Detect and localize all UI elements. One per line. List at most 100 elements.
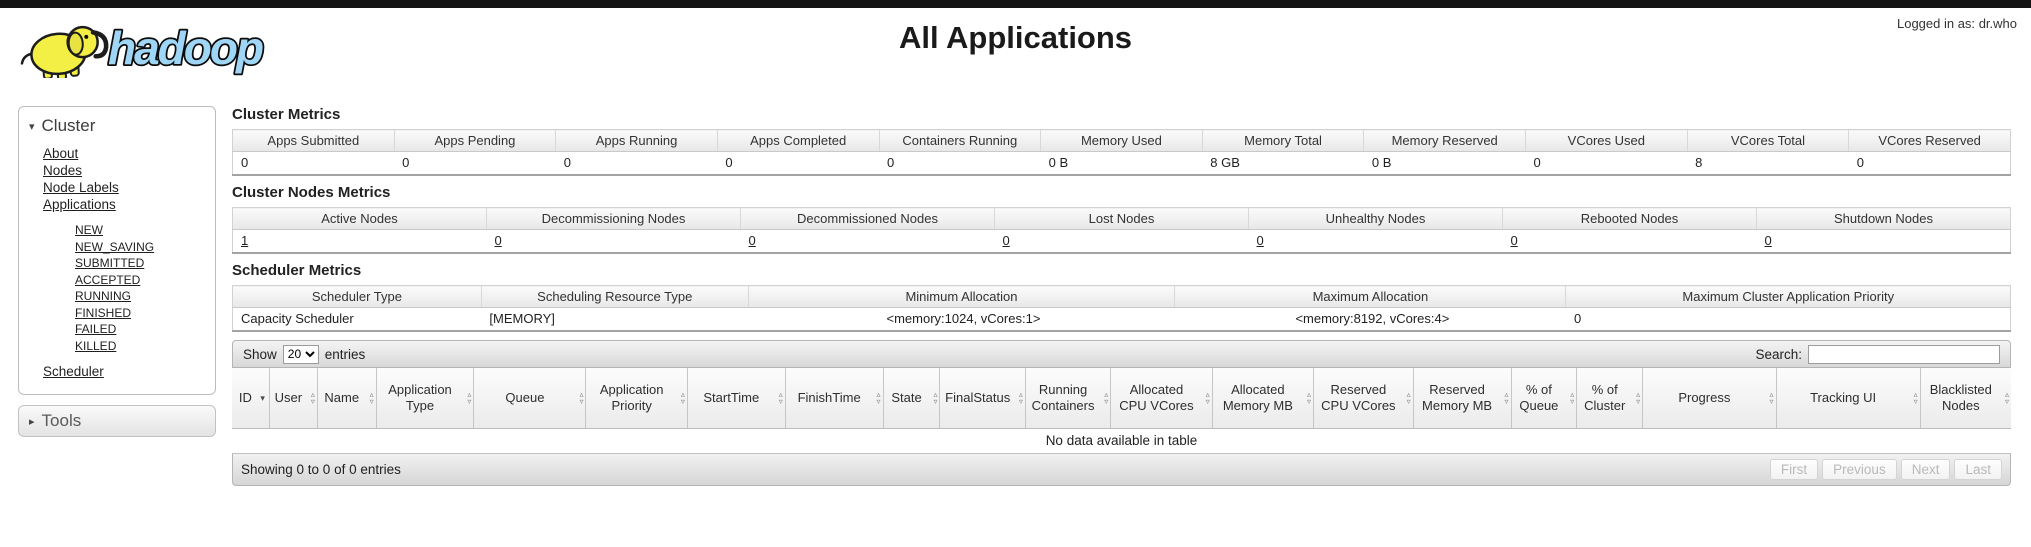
column-header-progress[interactable]: Progress bbox=[1643, 368, 1776, 428]
column-header-state[interactable]: State bbox=[883, 368, 940, 428]
nav-header-cluster[interactable]: Cluster bbox=[27, 113, 207, 145]
metric-header: Minimum Allocation bbox=[748, 286, 1175, 308]
logged-in-user: dr.who bbox=[1979, 16, 2017, 31]
shutdown-nodes-link[interactable]: 0 bbox=[1765, 233, 1772, 248]
search-input[interactable] bbox=[1808, 345, 2000, 364]
unhealthy-nodes-link[interactable]: 0 bbox=[1257, 233, 1264, 248]
sort-icon bbox=[1019, 391, 1023, 405]
column-label: Tracking UI bbox=[1810, 390, 1876, 405]
sidebar-item-scheduler[interactable]: Scheduler bbox=[43, 364, 104, 379]
list-item: FINISHED bbox=[75, 305, 207, 322]
metric-header: Apps Pending bbox=[394, 130, 556, 152]
column-header-pct-of-queue[interactable]: % of Queue bbox=[1511, 368, 1577, 428]
cluster-nav-panel: Cluster About Nodes Node Labels Applicat… bbox=[18, 106, 216, 395]
metric-header: Apps Running bbox=[556, 130, 718, 152]
sort-icon bbox=[1407, 391, 1411, 405]
sidebar-item-about[interactable]: About bbox=[43, 146, 78, 161]
column-header-application-type[interactable]: Application Type bbox=[376, 368, 474, 428]
column-label: Allocated CPU VCores bbox=[1119, 382, 1193, 413]
list-item: FAILED bbox=[75, 321, 207, 338]
chevron-down-icon bbox=[29, 120, 35, 133]
cluster-links: About Nodes Node Labels Applications bbox=[27, 145, 207, 213]
column-label: Running Containers bbox=[1032, 382, 1095, 413]
column-header-user[interactable]: User bbox=[269, 368, 317, 428]
column-label: % of Cluster bbox=[1584, 382, 1625, 413]
pagination-next-button[interactable]: Next bbox=[1901, 459, 1951, 480]
sidebar-item-new[interactable]: NEW bbox=[75, 223, 103, 237]
show-label: Show bbox=[243, 347, 277, 362]
sidebar-item-finished[interactable]: FINISHED bbox=[75, 306, 131, 320]
metric-header: Shutdown Nodes bbox=[1757, 208, 2011, 230]
logged-in-label: Logged in as: bbox=[1897, 16, 1975, 31]
table-header-row: Active Nodes Decommissioning Nodes Decom… bbox=[233, 208, 2011, 230]
table-row: 1 0 0 0 0 0 0 bbox=[233, 230, 2011, 254]
lost-nodes-link[interactable]: 0 bbox=[1003, 233, 1010, 248]
column-header-name[interactable]: Name bbox=[317, 368, 376, 428]
column-header-application-priority[interactable]: Application Priority bbox=[586, 368, 687, 428]
metric-value: 0 bbox=[556, 152, 718, 176]
datatable-footer: Showing 0 to 0 of 0 entries First Previo… bbox=[232, 454, 2011, 486]
metric-value: 0 bbox=[394, 152, 556, 176]
cluster-metrics-title: Cluster Metrics bbox=[232, 106, 2011, 123]
column-label: FinalStatus bbox=[945, 390, 1010, 405]
sidebar-item-failed[interactable]: FAILED bbox=[75, 322, 116, 336]
sort-icon bbox=[779, 391, 783, 405]
pagination-previous-button[interactable]: Previous bbox=[1822, 459, 1897, 480]
sort-icon bbox=[681, 391, 685, 405]
page-size-select[interactable]: 20 bbox=[283, 345, 319, 364]
metric-value: 8 GB bbox=[1202, 152, 1364, 176]
metric-header: Memory Total bbox=[1202, 130, 1364, 152]
sidebar-item-submitted[interactable]: SUBMITTED bbox=[75, 256, 144, 270]
pagination-first-button[interactable]: First bbox=[1770, 459, 1818, 480]
scheduler-link-row: Scheduler bbox=[27, 363, 207, 380]
cluster-metrics-table: Apps Submitted Apps Pending Apps Running… bbox=[232, 129, 2011, 176]
table-header-row: ID User Name Application Type Queue Appl… bbox=[232, 368, 2011, 428]
column-header-allocated-memory-mb[interactable]: Allocated Memory MB bbox=[1212, 368, 1313, 428]
column-header-pct-of-cluster[interactable]: % of Cluster bbox=[1577, 368, 1643, 428]
column-header-finalstatus[interactable]: FinalStatus bbox=[940, 368, 1025, 428]
column-header-starttime[interactable]: StartTime bbox=[687, 368, 785, 428]
nav-header-tools[interactable]: Tools bbox=[18, 405, 216, 437]
column-label: Name bbox=[324, 390, 359, 405]
search-control: Search: bbox=[1755, 345, 2000, 364]
page-header: hadoop All Applications Logged in as: dr… bbox=[0, 8, 2031, 100]
metric-header: VCores Used bbox=[1526, 130, 1688, 152]
rebooted-nodes-link[interactable]: 0 bbox=[1511, 233, 1518, 248]
column-header-allocated-cpu-vcores[interactable]: Allocated CPU VCores bbox=[1111, 368, 1212, 428]
column-header-blacklisted-nodes[interactable]: Blacklisted Nodes bbox=[1920, 368, 2011, 428]
sort-icon bbox=[579, 391, 583, 405]
column-header-running-containers[interactable]: Running Containers bbox=[1025, 368, 1110, 428]
sidebar-item-applications[interactable]: Applications bbox=[43, 197, 116, 212]
metric-header: Maximum Allocation bbox=[1175, 286, 1566, 308]
decommissioned-nodes-link[interactable]: 0 bbox=[749, 233, 756, 248]
column-header-reserved-memory-mb[interactable]: Reserved Memory MB bbox=[1413, 368, 1511, 428]
list-item: KILLED bbox=[75, 338, 207, 355]
list-item: Applications bbox=[43, 196, 207, 213]
column-header-reserved-cpu-vcores[interactable]: Reserved CPU VCores bbox=[1314, 368, 1414, 428]
decommissioning-nodes-link[interactable]: 0 bbox=[495, 233, 502, 248]
search-label: Search: bbox=[1755, 347, 1802, 362]
metric-header: Memory Reserved bbox=[1364, 130, 1526, 152]
sidebar-item-killed[interactable]: KILLED bbox=[75, 339, 116, 353]
column-header-queue[interactable]: Queue bbox=[474, 368, 586, 428]
column-label: Reserved Memory MB bbox=[1422, 382, 1492, 413]
sidebar-item-accepted[interactable]: ACCEPTED bbox=[75, 273, 140, 287]
sidebar-item-node-labels[interactable]: Node Labels bbox=[43, 180, 119, 195]
sidebar-item-nodes[interactable]: Nodes bbox=[43, 163, 82, 178]
column-header-finishtime[interactable]: FinishTime bbox=[785, 368, 883, 428]
sort-icon bbox=[467, 391, 471, 405]
column-header-tracking-ui[interactable]: Tracking UI bbox=[1776, 368, 1920, 428]
metric-header: Lost Nodes bbox=[995, 208, 1249, 230]
active-nodes-link[interactable]: 1 bbox=[241, 233, 248, 248]
sidebar-item-running[interactable]: RUNNING bbox=[75, 289, 131, 303]
metric-header: Scheduler Type bbox=[233, 286, 482, 308]
metric-header: Memory Used bbox=[1041, 130, 1203, 152]
main-panel: Cluster Metrics Apps Submitted Apps Pend… bbox=[232, 106, 2011, 486]
sidebar-item-new-saving[interactable]: NEW_SAVING bbox=[75, 240, 154, 254]
metric-value: 0 B bbox=[1041, 152, 1203, 176]
column-header-id[interactable]: ID bbox=[232, 368, 269, 428]
cluster-nodes-metrics-table: Active Nodes Decommissioning Nodes Decom… bbox=[232, 207, 2011, 254]
pagination-last-button[interactable]: Last bbox=[1954, 459, 2002, 480]
column-label: Progress bbox=[1678, 390, 1730, 405]
metric-header: Containers Running bbox=[879, 130, 1041, 152]
